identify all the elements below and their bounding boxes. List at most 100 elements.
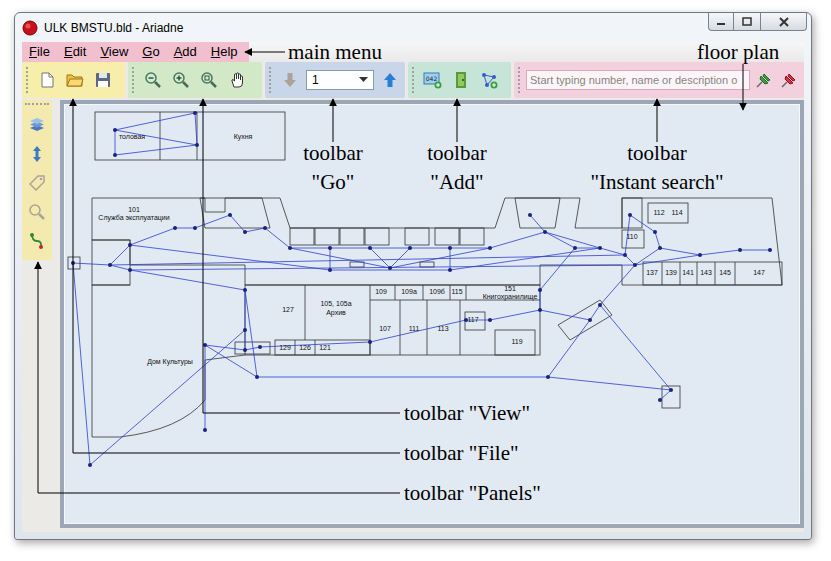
menu-item[interactable]: Help (204, 42, 245, 62)
route-node[interactable] (288, 246, 292, 250)
set-end-button[interactable] (778, 68, 800, 92)
route-node[interactable] (633, 263, 637, 267)
close-button[interactable] (761, 13, 807, 31)
route-node[interactable] (538, 308, 542, 312)
route-edge (490, 232, 545, 248)
route-node[interactable] (193, 111, 197, 115)
route-node[interactable] (128, 243, 132, 247)
route-node[interactable] (658, 246, 662, 250)
annotation-layer: main menufloor plantoolbar"Go"toolbar"Ad… (0, 0, 831, 561)
route-node[interactable] (448, 246, 452, 250)
pan-button[interactable] (225, 68, 249, 92)
route-node[interactable] (598, 303, 602, 307)
menu-item[interactable]: Edit (57, 42, 93, 62)
route-node[interactable] (669, 388, 673, 392)
route-node[interactable] (543, 230, 547, 234)
route-node[interactable] (113, 153, 117, 157)
add-door-button[interactable] (449, 68, 473, 92)
zoom-fit-button[interactable] (197, 68, 221, 92)
route-node[interactable] (88, 463, 92, 467)
route-node[interactable] (546, 375, 550, 379)
menu-item[interactable]: View (93, 42, 135, 62)
route-node[interactable] (653, 230, 657, 234)
route-node[interactable] (368, 340, 372, 344)
route-node[interactable] (243, 230, 247, 234)
route-node[interactable] (108, 263, 112, 267)
route-node[interactable] (768, 248, 772, 252)
route-node[interactable] (193, 226, 197, 230)
route-node[interactable] (228, 213, 232, 217)
toolbar-grip[interactable] (412, 67, 417, 93)
route-node[interactable] (328, 268, 332, 272)
route-node[interactable] (243, 348, 247, 352)
toolbar-grip[interactable] (132, 67, 137, 93)
search-input[interactable]: Start typing number, name or description… (526, 70, 750, 90)
route-node[interactable] (243, 288, 247, 292)
room (648, 203, 688, 223)
route-node[interactable] (623, 253, 627, 257)
maximize-button[interactable] (734, 13, 761, 31)
route-node[interactable] (598, 246, 602, 250)
toolbar-grip[interactable] (25, 103, 49, 108)
add-node-icon (480, 71, 498, 89)
route-node[interactable] (658, 398, 662, 402)
minimize-button[interactable] (708, 13, 734, 31)
route-node[interactable] (255, 375, 259, 379)
annotation-label: toolbar (427, 141, 486, 165)
updown-panel-button[interactable] (25, 142, 49, 166)
route-node[interactable] (628, 213, 632, 217)
route-node[interactable] (328, 246, 332, 250)
menu-group: FileEditViewGoAddHelp (22, 42, 249, 62)
route-node[interactable] (588, 318, 592, 322)
route-node[interactable] (488, 318, 492, 322)
menu-item[interactable]: Add (167, 42, 204, 62)
zoom-in-button[interactable] (169, 68, 193, 92)
menu-item[interactable]: Go (135, 42, 166, 62)
toolbar-grip[interactable] (518, 67, 523, 93)
open-button[interactable] (63, 68, 87, 92)
floor-plan[interactable]: Кухнятоловая101Служба эксплуатации112114… (60, 100, 804, 528)
toolbar-grip[interactable] (269, 67, 274, 93)
room-label: 107 (379, 325, 391, 332)
route-node[interactable] (258, 345, 262, 349)
zoom-fit-icon (200, 71, 218, 89)
save-button[interactable] (91, 68, 115, 92)
route-node[interactable] (173, 226, 177, 230)
route-node[interactable] (71, 261, 75, 265)
route-node[interactable] (538, 288, 542, 292)
route-node[interactable] (195, 143, 199, 147)
route-node[interactable] (528, 213, 532, 217)
route-node[interactable] (738, 248, 742, 252)
route-node[interactable] (203, 428, 207, 432)
route-node[interactable] (368, 246, 372, 250)
floor-select[interactable]: 1 (306, 70, 374, 90)
route-node[interactable] (128, 268, 132, 272)
route-node[interactable] (408, 246, 412, 250)
add-room-button[interactable]: 042 (421, 68, 445, 92)
annotation-arrow (245, 52, 285, 53)
lower-block (245, 285, 540, 355)
room-label: Книгохранилище (483, 293, 538, 301)
set-start-button[interactable] (753, 68, 775, 92)
route-panel-button[interactable] (25, 229, 49, 253)
route-node[interactable] (203, 343, 207, 347)
floor-up-button[interactable] (378, 68, 402, 92)
layers-panel-button[interactable] (25, 113, 49, 137)
route-node[interactable] (263, 226, 267, 230)
floor-plan-canvas[interactable]: Кухнятоловая101Служба эксплуатации112114… (64, 104, 800, 524)
zoom-out-button[interactable] (141, 68, 165, 92)
menu-item[interactable]: File (22, 42, 57, 62)
new-button[interactable] (35, 68, 59, 92)
room-label: 109б (429, 288, 445, 295)
route-node[interactable] (243, 328, 247, 332)
route-node[interactable] (698, 253, 702, 257)
route-node[interactable] (113, 128, 117, 132)
route-node[interactable] (573, 246, 577, 250)
annotation-label: toolbar "Panels" (404, 481, 541, 505)
add-node-button[interactable] (477, 68, 501, 92)
route-node[interactable] (388, 266, 392, 270)
route-node[interactable] (488, 246, 492, 250)
route-node[interactable] (448, 268, 452, 272)
toolbar-grip[interactable] (26, 67, 31, 93)
route-edge (600, 305, 671, 390)
